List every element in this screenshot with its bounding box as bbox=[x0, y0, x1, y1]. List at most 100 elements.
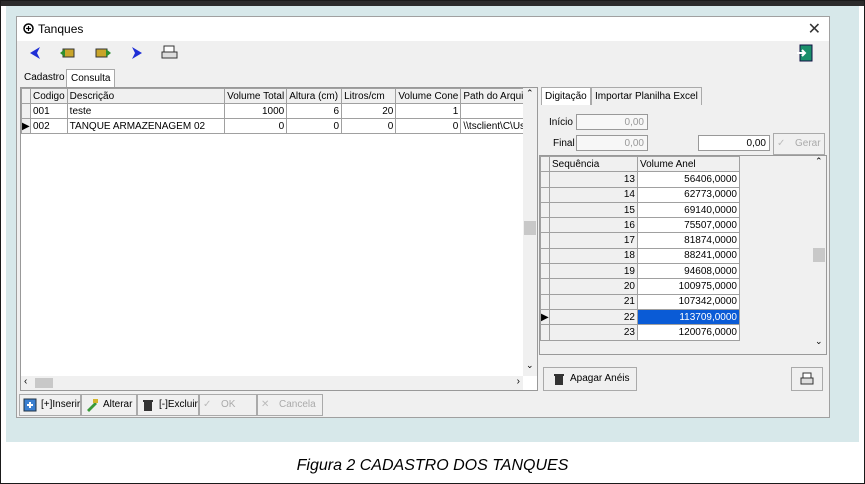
cell-codigo[interactable]: 001 bbox=[29, 103, 68, 119]
col-header-volume-anel[interactable]: Volume Anel bbox=[637, 155, 740, 173]
cell-sequencia[interactable]: 22 bbox=[549, 308, 638, 326]
cell-sequencia[interactable]: 16 bbox=[549, 217, 638, 234]
tab-digitacao[interactable]: Digitação bbox=[541, 87, 591, 105]
cell-volume-anel[interactable]: 107342,0000 bbox=[637, 293, 740, 310]
scroll-thumb[interactable] bbox=[524, 221, 536, 235]
aneis-grid: Sequência Volume Anel 13 56406,0000 14 627… bbox=[540, 155, 740, 341]
final-field[interactable]: 0,00 bbox=[576, 135, 648, 151]
col-header-volume-total[interactable]: Volume Total bbox=[224, 88, 288, 104]
cell-sequencia[interactable]: 20 bbox=[549, 278, 638, 295]
col-header-altura[interactable]: Altura (cm) bbox=[286, 88, 343, 104]
table-row[interactable]: 20 100975,0000 bbox=[540, 278, 740, 295]
tab-importar-planilha[interactable]: Importar Planilha Excel bbox=[591, 87, 702, 105]
cell-volume-anel[interactable]: 94608,0000 bbox=[637, 263, 740, 280]
grid-corner bbox=[540, 155, 550, 173]
row-indicator bbox=[540, 278, 550, 295]
gerar-button[interactable]: ✓ Gerar bbox=[773, 133, 825, 155]
tab-cadastro[interactable]: Cadastro bbox=[20, 69, 69, 86]
scroll-down-icon[interactable]: ⌄ bbox=[815, 336, 823, 347]
table-row[interactable]: 19 94608,0000 bbox=[540, 263, 740, 280]
cell-volume-anel[interactable]: 81874,0000 bbox=[637, 232, 740, 249]
cell-sequencia[interactable]: 15 bbox=[549, 201, 638, 219]
scroll-up-icon[interactable]: ⌃ bbox=[526, 88, 534, 99]
scroll-down-icon[interactable]: ⌄ bbox=[526, 360, 534, 371]
apagar-aneis-button[interactable]: Apagar Anéis bbox=[543, 367, 637, 391]
cell-sequencia[interactable]: 19 bbox=[549, 263, 638, 280]
inicio-field[interactable]: 0,00 bbox=[576, 114, 648, 130]
cell-volume-anel[interactable]: 69140,0000 bbox=[637, 201, 740, 219]
scroll-thumb[interactable] bbox=[813, 248, 825, 262]
col-header-codigo[interactable]: Codigo bbox=[29, 88, 68, 104]
scroll-right-icon[interactable]: › bbox=[517, 376, 520, 387]
cell-volume-total[interactable]: 1000 bbox=[224, 103, 288, 119]
grid-horizontal-scrollbar[interactable]: ‹ › bbox=[21, 376, 523, 390]
nav-last-icon[interactable] bbox=[92, 43, 114, 63]
cancela-button[interactable]: ✕ Cancela bbox=[257, 394, 323, 416]
ok-button[interactable]: ✓ OK bbox=[199, 394, 257, 416]
table-row[interactable]: 13 56406,0000 bbox=[540, 171, 740, 188]
hscroll-thumb[interactable] bbox=[35, 378, 53, 388]
exit-icon[interactable] bbox=[795, 43, 817, 63]
cell-codigo[interactable]: 002 bbox=[29, 118, 68, 134]
cell-altura[interactable]: 6 bbox=[286, 103, 343, 119]
cell-volume-anel[interactable]: 120076,0000 bbox=[637, 324, 740, 341]
table-row[interactable]: 18 88241,0000 bbox=[540, 247, 740, 265]
table-row[interactable]: 001 teste 1000 6 20 1 bbox=[21, 103, 537, 119]
scroll-up-icon[interactable]: ⌃ bbox=[815, 156, 823, 167]
close-icon[interactable]: ✕ bbox=[808, 19, 821, 39]
cell-sequencia[interactable]: 21 bbox=[549, 293, 638, 310]
tab-consulta[interactable]: Consulta bbox=[66, 69, 116, 87]
alterar-button[interactable]: Alterar bbox=[81, 394, 137, 416]
cell-litros[interactable]: 0 bbox=[341, 118, 397, 134]
nav-first-icon[interactable] bbox=[57, 43, 79, 63]
cell-sequencia[interactable]: 23 bbox=[549, 324, 638, 341]
cell-sequencia[interactable]: 18 bbox=[549, 247, 638, 265]
col-header-descricao[interactable]: Descrição bbox=[66, 88, 226, 104]
cell-sequencia[interactable]: 17 bbox=[549, 232, 638, 249]
col-header-sequencia[interactable]: Sequência bbox=[549, 155, 638, 173]
print-button[interactable] bbox=[791, 367, 823, 391]
excluir-button[interactable]: [-]Excluir bbox=[137, 394, 199, 416]
row-indicator bbox=[540, 247, 550, 265]
print-icon[interactable] bbox=[159, 43, 181, 63]
cell-volume-anel[interactable]: 113709,0000 bbox=[637, 308, 740, 326]
cell-volume-anel[interactable]: 100975,0000 bbox=[637, 278, 740, 295]
cell-volume-anel[interactable]: 88241,0000 bbox=[637, 247, 740, 265]
table-row-selected[interactable]: ▶ 22 113709,0000 bbox=[540, 308, 740, 326]
nav-prev-icon[interactable] bbox=[25, 43, 47, 63]
table-row[interactable]: 15 69140,0000 bbox=[540, 201, 740, 219]
cell-sequencia[interactable]: 14 bbox=[549, 186, 638, 203]
cell-altura[interactable]: 0 bbox=[286, 118, 343, 134]
table-row[interactable]: 16 75507,0000 bbox=[540, 217, 740, 234]
scroll-left-icon[interactable]: ‹ bbox=[24, 376, 27, 387]
row-indicator bbox=[540, 232, 550, 249]
table-row[interactable]: 17 81874,0000 bbox=[540, 232, 740, 249]
window-title: Tanques bbox=[38, 22, 84, 36]
cell-descricao[interactable]: TANQUE ARMAZENAGEM 02 bbox=[66, 118, 226, 134]
right-panel: Digitação Importar Planilha Excel Início… bbox=[539, 87, 827, 377]
cell-volume-anel[interactable]: 62773,0000 bbox=[637, 186, 740, 203]
aneis-vertical-scrollbar[interactable]: ⌃ ⌄ bbox=[812, 156, 826, 352]
table-row[interactable]: ▶ 002 TANQUE ARMAZENAGEM 02 0 0 0 0 \\ts… bbox=[21, 118, 537, 134]
col-header-volume-cone[interactable]: Volume Cone bbox=[395, 88, 462, 104]
table-row[interactable]: 14 62773,0000 bbox=[540, 186, 740, 203]
nav-next-icon[interactable] bbox=[125, 43, 147, 63]
cell-volume-total[interactable]: 0 bbox=[224, 118, 288, 134]
cell-volume-anel[interactable]: 56406,0000 bbox=[637, 171, 740, 188]
table-row[interactable]: 21 107342,0000 bbox=[540, 293, 740, 310]
quantity-field[interactable]: 0,00 bbox=[698, 135, 770, 151]
toolbar bbox=[17, 41, 829, 67]
cell-volume-cone[interactable]: 1 bbox=[395, 103, 462, 119]
cell-litros[interactable]: 20 bbox=[341, 103, 397, 119]
inserir-button[interactable]: [+]Inserir bbox=[19, 394, 81, 416]
cell-sequencia[interactable]: 13 bbox=[549, 171, 638, 188]
cell-descricao[interactable]: teste bbox=[66, 103, 226, 119]
grid-vertical-scrollbar[interactable]: ⌃ ⌄ bbox=[523, 88, 537, 376]
final-label: Final bbox=[553, 138, 575, 149]
table-row[interactable]: 23 120076,0000 bbox=[540, 324, 740, 341]
row-indicator bbox=[540, 293, 550, 310]
row-indicator bbox=[540, 201, 550, 219]
col-header-litros[interactable]: Litros/cm bbox=[341, 88, 397, 104]
cell-volume-cone[interactable]: 0 bbox=[395, 118, 462, 134]
cell-volume-anel[interactable]: 75507,0000 bbox=[637, 217, 740, 234]
